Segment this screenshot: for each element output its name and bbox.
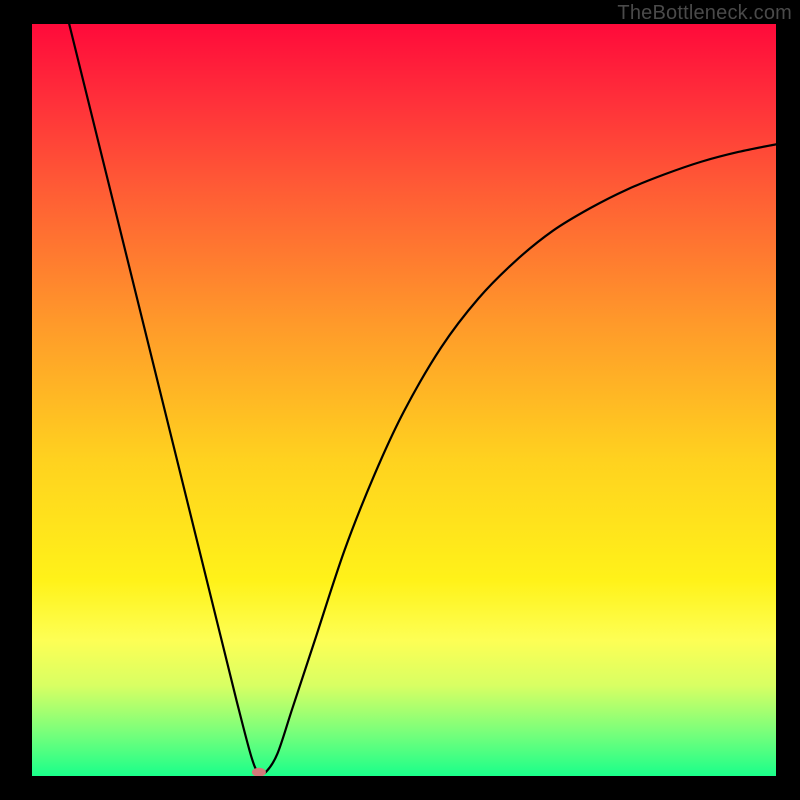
gradient-background [32, 24, 776, 776]
watermark-text: TheBottleneck.com [617, 2, 792, 25]
bottleneck-chart [32, 24, 776, 776]
plot-area [32, 24, 776, 776]
chart-frame: TheBottleneck.com [0, 0, 800, 800]
